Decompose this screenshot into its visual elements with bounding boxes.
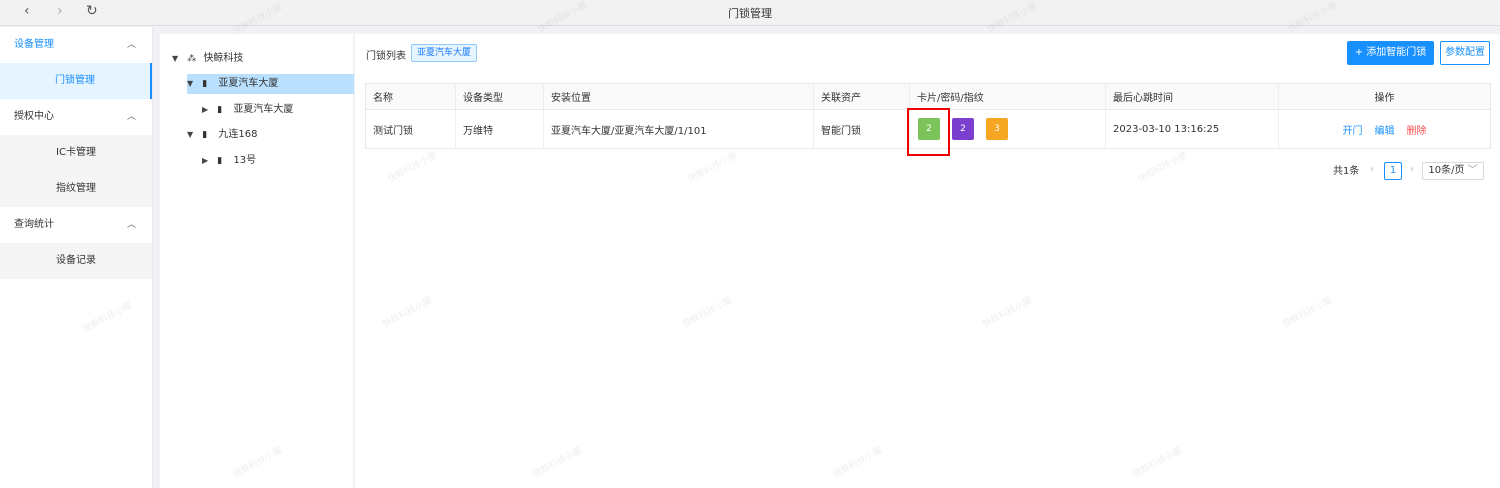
- pagination-total: 共1条: [1333, 166, 1360, 177]
- cell-type: 万维特: [456, 110, 544, 148]
- page-size-value: 10条/页: [1428, 165, 1465, 176]
- tree-node-label: 快鲸科技: [203, 53, 244, 64]
- tree-node-label: 亚夏汽车大厦: [218, 78, 279, 89]
- cell-name: 测试门锁: [366, 110, 456, 148]
- next-page-icon[interactable]: ›: [1405, 162, 1419, 180]
- col-header-actions: 操作: [1374, 93, 1395, 104]
- col-header-location: 安装位置: [544, 84, 814, 109]
- open-door-link[interactable]: 开门: [1343, 122, 1363, 137]
- cell-actions: 开门 编辑 删除: [1279, 110, 1490, 148]
- menu-item-device-records[interactable]: 设备记录: [0, 243, 152, 279]
- col-header-asset: 关联资产: [814, 84, 910, 109]
- building-icon: ▮: [202, 79, 208, 89]
- menu-item-lock-management[interactable]: 门锁管理: [0, 63, 152, 99]
- title-bar: ‹ › ↻ 门锁管理: [0, 0, 1500, 26]
- page-1-button[interactable]: 1: [1384, 162, 1402, 180]
- caret-down-icon[interactable]: ▼: [172, 49, 184, 69]
- caret-right-icon[interactable]: ▶: [202, 100, 214, 120]
- chevron-up-icon: ︿: [126, 220, 136, 230]
- org-tree: ▼ ⁂ 快鲸科技 ▼ ▮ 亚夏汽车大厦 ▶ ▮ 亚夏汽车大厦 ▼ ▮ 九连168…: [160, 34, 354, 488]
- page-size-select[interactable]: 10条/页 ﹀: [1422, 162, 1484, 180]
- tree-node-building-2-child[interactable]: ▶ ▮ 13号: [202, 151, 256, 171]
- tree-node-root[interactable]: ▼ ⁂ 快鲸科技: [172, 49, 243, 69]
- delete-link[interactable]: 删除: [1407, 122, 1427, 137]
- col-header-credentials: 卡片/密码/指纹: [910, 84, 1106, 109]
- col-header-type: 设备类型: [456, 84, 544, 109]
- tree-node-label: 13号: [233, 155, 257, 166]
- param-config-button[interactable]: 参数配置: [1440, 41, 1490, 65]
- col-header-name: 名称: [366, 84, 456, 109]
- password-count-badge[interactable]: 2: [952, 118, 974, 140]
- edit-link[interactable]: 编辑: [1375, 122, 1395, 137]
- tree-node-building-1-child[interactable]: ▶ ▮ 亚夏汽车大厦: [202, 100, 293, 120]
- caret-down-icon[interactable]: ▼: [187, 125, 199, 145]
- menu-group-label: 查询统计: [14, 219, 54, 230]
- selected-building-tag: 亚夏汽车大厦: [411, 44, 478, 62]
- tree-node-building-1[interactable]: ▼ ▮ 亚夏汽车大厦: [187, 74, 354, 94]
- sidebar: 设备管理 ︿ 门锁管理 授权中心 ︿ IC卡管理 指纹管理 查询统计 ︿ 设备记…: [0, 27, 153, 488]
- table-header: 名称 设备类型 安装位置 关联资产 卡片/密码/指纹 最后心跳时间 操作: [366, 84, 1490, 110]
- cell-location: 亚夏汽车大厦/亚夏汽车大厦/1/101: [544, 110, 814, 148]
- main-panel: 门锁列表 亚夏汽车大厦 + 添加智能门锁 参数配置 名称 设备类型 安装位置 关…: [355, 34, 1500, 488]
- window-title: 门锁管理: [728, 7, 772, 20]
- prev-page-icon[interactable]: ‹: [1365, 162, 1379, 180]
- annotation-highlight-box: [907, 108, 950, 156]
- col-header-heartbeat: 最后心跳时间: [1106, 84, 1279, 109]
- caret-right-icon[interactable]: ▶: [202, 151, 214, 171]
- menu-item-fingerprint[interactable]: 指纹管理: [0, 171, 152, 207]
- org-icon: ⁂: [187, 54, 197, 64]
- menu-group-label: 设备管理: [14, 39, 54, 50]
- menu-group-label: 授权中心: [14, 111, 54, 122]
- chevron-up-icon: ︿: [126, 112, 136, 122]
- cell-heartbeat: 2023-03-10 13:16:25: [1106, 110, 1279, 148]
- building-icon: ▮: [217, 156, 223, 166]
- chevron-up-icon: ︿: [126, 40, 136, 50]
- add-smart-lock-button[interactable]: + 添加智能门锁: [1347, 41, 1434, 65]
- caret-down-icon[interactable]: ▼: [187, 74, 199, 94]
- tree-node-label: 九连168: [218, 129, 258, 140]
- tree-node-building-2[interactable]: ▼ ▮ 九连168: [187, 125, 257, 145]
- menu-group-stats[interactable]: 查询统计 ︿: [0, 207, 152, 243]
- fingerprint-count-badge[interactable]: 3: [986, 118, 1008, 140]
- cell-asset: 智能门锁: [814, 110, 910, 148]
- tree-node-label: 亚夏汽车大厦: [233, 104, 294, 115]
- menu-group-device[interactable]: 设备管理 ︿: [0, 27, 152, 63]
- menu-item-ic-card[interactable]: IC卡管理: [0, 135, 152, 171]
- menu-group-auth[interactable]: 授权中心 ︿: [0, 99, 152, 135]
- building-icon: ▮: [202, 130, 208, 140]
- chevron-down-icon: ﹀: [1467, 165, 1478, 176]
- breadcrumb: 门锁列表: [366, 51, 406, 62]
- building-icon: ▮: [217, 105, 223, 115]
